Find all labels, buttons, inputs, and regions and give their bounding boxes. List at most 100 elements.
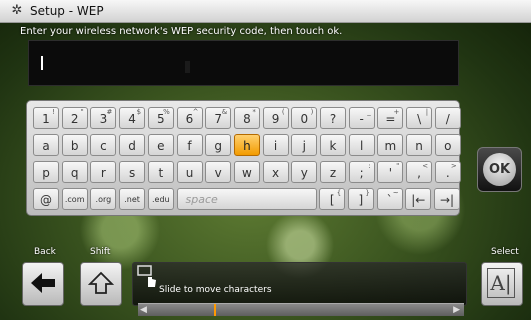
key-label: ; — [359, 166, 364, 180]
shift-label: Shift — [90, 247, 111, 257]
key-2-6[interactable]: f — [176, 134, 203, 156]
key-label: 9 — [271, 112, 280, 126]
key-2-13[interactable]: m — [377, 134, 404, 156]
key-label: [ — [329, 193, 335, 207]
key-3-12[interactable]: ;: — [348, 161, 375, 183]
key-2-15[interactable]: o — [434, 134, 461, 156]
key-4-10[interactable]: |← — [405, 188, 432, 210]
key-label: j — [302, 139, 306, 153]
key-label: w — [241, 166, 252, 180]
slider-right-arrow-icon: ▶ — [453, 305, 460, 315]
character-slider[interactable]: ◀ ▶ — [138, 303, 464, 316]
key-label: g — [214, 139, 222, 153]
back-button[interactable] — [22, 262, 64, 306]
key-shift-label: ^ — [192, 108, 199, 116]
key-label: , — [417, 166, 421, 180]
key-2-4[interactable]: d — [119, 134, 146, 156]
key-1-9[interactable]: 9( — [262, 107, 289, 129]
key-2-3[interactable]: c — [90, 134, 117, 156]
ok-button[interactable]: OK — [477, 147, 522, 192]
key-shift-label: { — [336, 189, 342, 197]
key-label: l — [360, 139, 364, 153]
key-3-4[interactable]: s — [119, 161, 146, 183]
key-3-3[interactable]: r — [90, 161, 117, 183]
key-2-1[interactable]: a — [33, 134, 59, 156]
title-bar: ✲ Setup - WEP — [0, 0, 531, 23]
key-4-1[interactable]: @ — [33, 188, 59, 210]
key-1-1[interactable]: 1! — [33, 107, 59, 129]
gear-icon: ✲ — [11, 3, 23, 18]
select-button[interactable]: A| — [481, 262, 523, 306]
slider-left-arrow-icon: ◀ — [140, 305, 147, 315]
key-3-10[interactable]: y — [291, 161, 318, 183]
key-label: ` — [386, 193, 393, 207]
key-1-5[interactable]: 5% — [147, 107, 174, 129]
key-1-7[interactable]: 7 & — [205, 107, 232, 129]
key-2-7[interactable]: g — [205, 134, 232, 156]
key-1-8[interactable]: 8 * — [233, 107, 260, 129]
key-4-7[interactable]: [{ — [319, 188, 346, 210]
key-1-4[interactable]: 4 $ — [119, 107, 146, 129]
key-3-7[interactable]: v — [205, 161, 232, 183]
key-4-4[interactable]: .net — [119, 188, 146, 210]
key-1-3[interactable]: 3 # — [90, 107, 117, 129]
key-label: .net — [124, 195, 140, 204]
key-4-11[interactable]: →| — [434, 188, 460, 210]
key-3-9[interactable]: x — [262, 161, 289, 183]
shift-button[interactable] — [80, 262, 122, 306]
key-label: t — [158, 166, 164, 180]
key-label: r — [100, 166, 106, 180]
key-3-13[interactable]: ' " — [377, 161, 404, 183]
key-2-8[interactable]: h — [233, 134, 260, 156]
key-1-2[interactable]: 2 " — [61, 107, 88, 129]
slider-thumb[interactable] — [214, 304, 216, 316]
key-2-12[interactable]: l — [348, 134, 375, 156]
key-label: 8 — [243, 112, 251, 126]
key-4-5[interactable]: .edu — [147, 188, 174, 210]
key-shift-label: | — [425, 108, 429, 116]
slide-hint-text: Slide to move characters — [159, 285, 272, 295]
key-label: h — [243, 139, 251, 153]
key-4-2[interactable]: .com — [61, 188, 88, 210]
key-2-2[interactable]: b — [61, 134, 88, 156]
key-3-11[interactable]: z — [320, 161, 346, 183]
key-4-3[interactable]: .org — [90, 188, 117, 210]
key-2-11[interactable]: k — [320, 134, 346, 156]
key-label: ] — [358, 193, 364, 207]
key-3-8[interactable]: w — [233, 161, 260, 183]
key-1-11[interactable]: ? — [320, 107, 346, 129]
key-3-1[interactable]: p — [33, 161, 59, 183]
key-4-6[interactable]: space — [176, 188, 317, 210]
on-screen-keyboard: 1! 2 " 3 #4 $5% 6 ^ 7 & 8 * 9(0)? - _ = + \ | / a b c d e f g h i j k l… — [26, 100, 461, 216]
key-label: u — [185, 166, 194, 180]
key-1-15[interactable]: / — [434, 107, 461, 129]
key-3-6[interactable]: u — [176, 161, 203, 183]
key-label: c — [100, 139, 107, 153]
key-3-14[interactable]: , < — [406, 161, 433, 183]
key-2-10[interactable]: j — [291, 134, 318, 156]
wep-code-input[interactable] — [28, 40, 459, 86]
key-1-6[interactable]: 6 ^ — [176, 107, 203, 129]
shift-arrow-icon — [88, 271, 114, 294]
field-divider — [185, 61, 190, 73]
key-3-5[interactable]: t — [147, 161, 174, 183]
key-3-15[interactable]: . > — [434, 161, 461, 183]
key-label: b — [70, 139, 79, 153]
key-label: n — [415, 139, 423, 153]
key-1-10[interactable]: 0) — [291, 107, 318, 129]
key-1-12[interactable]: - _ — [348, 107, 375, 129]
key-label: i — [273, 139, 278, 153]
key-shift-label: * — [252, 108, 256, 116]
key-4-9[interactable]: ` ~ — [376, 188, 403, 210]
key-label: .com — [64, 195, 85, 204]
key-1-14[interactable]: \ | — [406, 107, 433, 129]
key-2-9[interactable]: i — [262, 134, 289, 156]
key-label: \ — [417, 112, 422, 126]
instructions-text: Enter your wireless network's WEP securi… — [20, 26, 343, 37]
key-4-8[interactable]: ]} — [347, 188, 374, 210]
key-label: 2 — [70, 112, 79, 126]
key-3-2[interactable]: q — [61, 161, 88, 183]
key-2-5[interactable]: e — [147, 134, 174, 156]
key-1-13[interactable]: = + — [377, 107, 404, 129]
key-2-14[interactable]: n — [406, 134, 433, 156]
